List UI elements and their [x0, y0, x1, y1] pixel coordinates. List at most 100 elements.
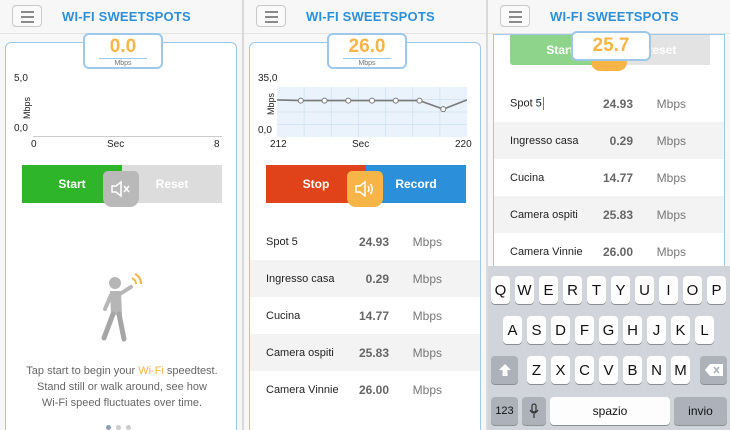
return-key[interactable]: invio — [674, 397, 727, 425]
data-point — [440, 106, 447, 113]
speed-readout: 0.0 Mbps — [83, 33, 163, 69]
y-min-label: 0,0 — [258, 125, 272, 136]
top-bar: WI-FI SWEETSPOTS — [0, 0, 242, 34]
hamburger-icon — [509, 11, 522, 13]
wifi-highlight: Wi-Fi — [138, 365, 164, 377]
data-point — [369, 97, 375, 104]
sound-toggle-button[interactable] — [103, 171, 139, 207]
key-z[interactable]: Z — [527, 356, 546, 384]
key-t[interactable]: T — [587, 276, 606, 304]
sound-toggle-button[interactable] — [347, 171, 383, 207]
key-q[interactable]: Q — [491, 276, 510, 304]
speaker-mute-icon — [111, 180, 130, 198]
list-item[interactable]: Spot 5 24.93 Mbps — [250, 223, 480, 260]
page-dot — [116, 425, 121, 430]
key-l[interactable]: L — [695, 316, 714, 344]
list-item[interactable]: Ingresso casa 0.29 Mbps — [250, 260, 480, 297]
top-bar: WI-FI SWEETSPOTS — [244, 0, 486, 34]
speed-value: 26.0 — [348, 36, 386, 57]
y-max-label: 35,0 — [258, 73, 278, 84]
key-v[interactable]: V — [599, 356, 618, 384]
screen-edit-spot: WI-FI SWEETSPOTS Start Reset 25.7 Spot 5… — [488, 0, 730, 430]
key-n[interactable]: N — [647, 356, 666, 384]
x-axis-label: Sec — [107, 139, 125, 150]
y-axis-label: Mbps — [266, 92, 276, 115]
help-text: Tap start to begin your Wi-Fi speedtest.… — [26, 365, 218, 409]
key-s[interactable]: S — [527, 316, 546, 344]
key-c[interactable]: C — [575, 356, 594, 384]
data-point — [345, 97, 352, 104]
shift-key[interactable] — [491, 356, 518, 384]
on-screen-keyboard: Q W E R T Y U I O P A S D F G H J K L Z … — [488, 266, 730, 430]
speed-unit: Mbps — [99, 58, 147, 67]
y-min-label: 0,0 — [14, 123, 28, 134]
speed-card: 0.0 Mbps 5,0 Mbps 0,0 0 Sec 8 Start Rese… — [5, 33, 237, 430]
list-item[interactable]: Camera Vinnie 26.00 Mbps — [250, 371, 480, 408]
key-k[interactable]: K — [671, 316, 690, 344]
data-point — [416, 97, 423, 104]
speed-card: 35,0 Mbps 0,0 212 Sec 220 26.0 Mbps Stop… — [249, 33, 481, 430]
microphone-key[interactable] — [522, 397, 546, 425]
key-u[interactable]: U — [635, 276, 654, 304]
speed-readout: 25.7 — [571, 31, 651, 61]
hamburger-icon — [21, 11, 34, 13]
key-d[interactable]: D — [551, 316, 570, 344]
x-axis-label: Sec — [352, 139, 370, 150]
page-indicator — [106, 417, 136, 430]
delete-key[interactable] — [700, 356, 727, 384]
spot-list: Spot 5 24.93 Mbps Ingresso casa 0.29 Mbps Cu… — [250, 223, 480, 408]
spot-list: Spot 5 24.93 Mbps Ingresso casa 0.29 Mbps Cu… — [494, 85, 724, 267]
spot-name-input[interactable]: Spot 5 — [510, 97, 544, 110]
menu-button[interactable] — [500, 5, 530, 27]
top-bar: WI-FI SWEETSPOTS — [488, 0, 730, 34]
microphone-icon — [529, 403, 539, 418]
x-start-label: 0 — [31, 139, 37, 150]
list-item[interactable]: Cucina 14.77 Mbps — [250, 297, 480, 334]
app-title: WI-FI SWEETSPOTS — [550, 9, 679, 24]
key-r[interactable]: R — [563, 276, 582, 304]
x-start-label: 212 — [270, 139, 287, 150]
key-p[interactable]: P — [707, 276, 726, 304]
speed-chart — [277, 87, 467, 137]
screen-recording: WI-FI SWEETSPOTS 35,0 Mbps 0,0 212 Sec 2… — [244, 0, 486, 430]
key-a[interactable]: A — [503, 316, 522, 344]
key-i[interactable]: I — [659, 276, 678, 304]
data-point — [392, 97, 399, 104]
key-w[interactable]: W — [515, 276, 534, 304]
list-item[interactable]: Cucina 14.77 Mbps — [494, 159, 724, 196]
screen-start: WI-FI SWEETSPOTS 0.0 Mbps 5,0 Mbps 0,0 0… — [0, 0, 242, 430]
page-dot — [126, 425, 131, 430]
menu-button[interactable] — [12, 5, 42, 27]
key-j[interactable]: J — [647, 316, 666, 344]
key-e[interactable]: E — [539, 276, 558, 304]
speed-value: 25.7 — [592, 35, 630, 56]
y-axis-label: Mbps — [22, 96, 32, 119]
y-max-label: 5,0 — [14, 73, 28, 84]
data-point — [297, 97, 304, 104]
key-x[interactable]: X — [551, 356, 570, 384]
speed-readout: 26.0 Mbps — [327, 33, 407, 69]
data-point — [321, 97, 328, 104]
numbers-key[interactable]: 123 — [491, 397, 518, 425]
hamburger-icon — [265, 11, 278, 13]
menu-button[interactable] — [256, 5, 286, 27]
key-b[interactable]: B — [623, 356, 642, 384]
list-item[interactable]: Camera Vinnie 26.00 Mbps — [494, 233, 724, 270]
space-key[interactable]: spazio — [550, 397, 670, 425]
x-end-label: 8 — [214, 139, 220, 150]
speaker-on-icon — [355, 180, 373, 198]
x-axis-line — [33, 136, 222, 137]
backspace-icon — [704, 364, 723, 376]
key-f[interactable]: F — [575, 316, 594, 344]
list-item-editing[interactable]: Spot 5 24.93 Mbps — [494, 85, 724, 122]
key-y[interactable]: Y — [611, 276, 630, 304]
app-title: WI-FI SWEETSPOTS — [306, 9, 435, 24]
key-m[interactable]: M — [671, 356, 690, 384]
list-item[interactable]: Camera ospiti 25.83 Mbps — [494, 196, 724, 233]
list-item[interactable]: Ingresso casa 0.29 Mbps — [494, 122, 724, 159]
key-g[interactable]: G — [599, 316, 618, 344]
key-h[interactable]: H — [623, 316, 642, 344]
app-title: WI-FI SWEETSPOTS — [62, 9, 191, 24]
list-item[interactable]: Camera ospiti 25.83 Mbps — [250, 334, 480, 371]
key-o[interactable]: O — [683, 276, 702, 304]
